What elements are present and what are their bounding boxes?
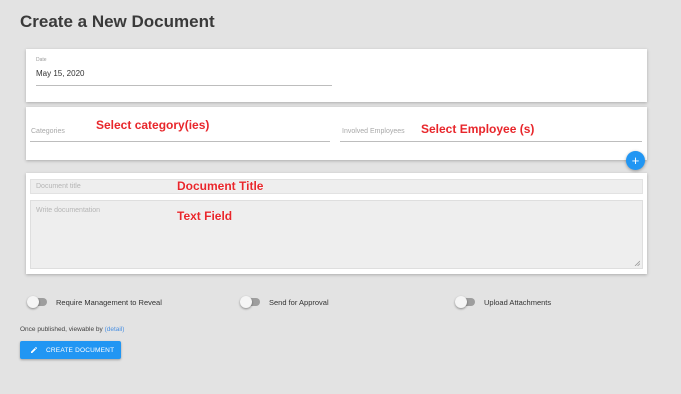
create-document-button[interactable]: CREATE DOCUMENT [20,341,121,359]
plus-icon: + [631,153,640,168]
toggle-knob [455,296,467,308]
date-value: May 15, 2020 [36,69,85,78]
category-card: Categories Select category(ies) Involved… [26,107,647,160]
categories-placeholder: Categories [31,128,65,135]
document-title-input[interactable]: Document title [30,179,643,194]
add-button[interactable]: + [626,151,645,170]
date-card: Date May 15, 2020 [26,49,647,102]
toggle-label: Upload Attachments [484,297,552,307]
document-title-placeholder: Document title [36,183,81,190]
page-title: Create a New Document [20,12,215,31]
document-card: Document title Document Title Write docu… [26,173,647,274]
toggle-label: Require Management to Reveal [56,297,162,307]
toggle-switch[interactable] [240,296,260,308]
visibility-note: Once published, viewable by (detail) [20,326,124,333]
documentation-textarea[interactable]: Write documentation [30,200,643,269]
toggle-send-approval[interactable]: Send for Approval [240,296,329,308]
toggle-knob [27,296,39,308]
date-label: Date [36,57,47,63]
toggle-switch[interactable] [455,296,475,308]
toggle-knob [240,296,252,308]
toggle-require-management[interactable]: Require Management to Reveal [27,296,162,308]
visibility-detail-link[interactable]: (detail) [105,326,125,333]
employees-field[interactable]: Involved Employees Select Employee (s) [340,115,642,145]
document-title-annotation: Document Title [177,179,264,193]
employees-placeholder: Involved Employees [342,128,405,135]
documentation-annotation: Text Field [177,209,233,223]
toggle-label: Send for Approval [269,297,329,307]
date-field[interactable]: Date May 15, 2020 [36,57,332,87]
employees-annotation: Select Employee (s) [421,122,535,136]
toggle-upload-attachments[interactable]: Upload Attachments [455,296,552,308]
pencil-icon [31,346,38,353]
categories-annotation: Select category(ies) [96,118,210,132]
employees-underline [340,141,642,142]
date-underline [36,85,332,86]
visibility-text: Once published, viewable by [20,326,103,333]
create-document-label: CREATE DOCUMENT [46,346,115,354]
categories-field[interactable]: Categories Select category(ies) [30,115,330,145]
toggle-switch[interactable] [27,296,47,308]
documentation-placeholder: Write documentation [36,207,101,214]
categories-underline [30,141,330,142]
resize-handle-icon[interactable] [634,260,640,266]
